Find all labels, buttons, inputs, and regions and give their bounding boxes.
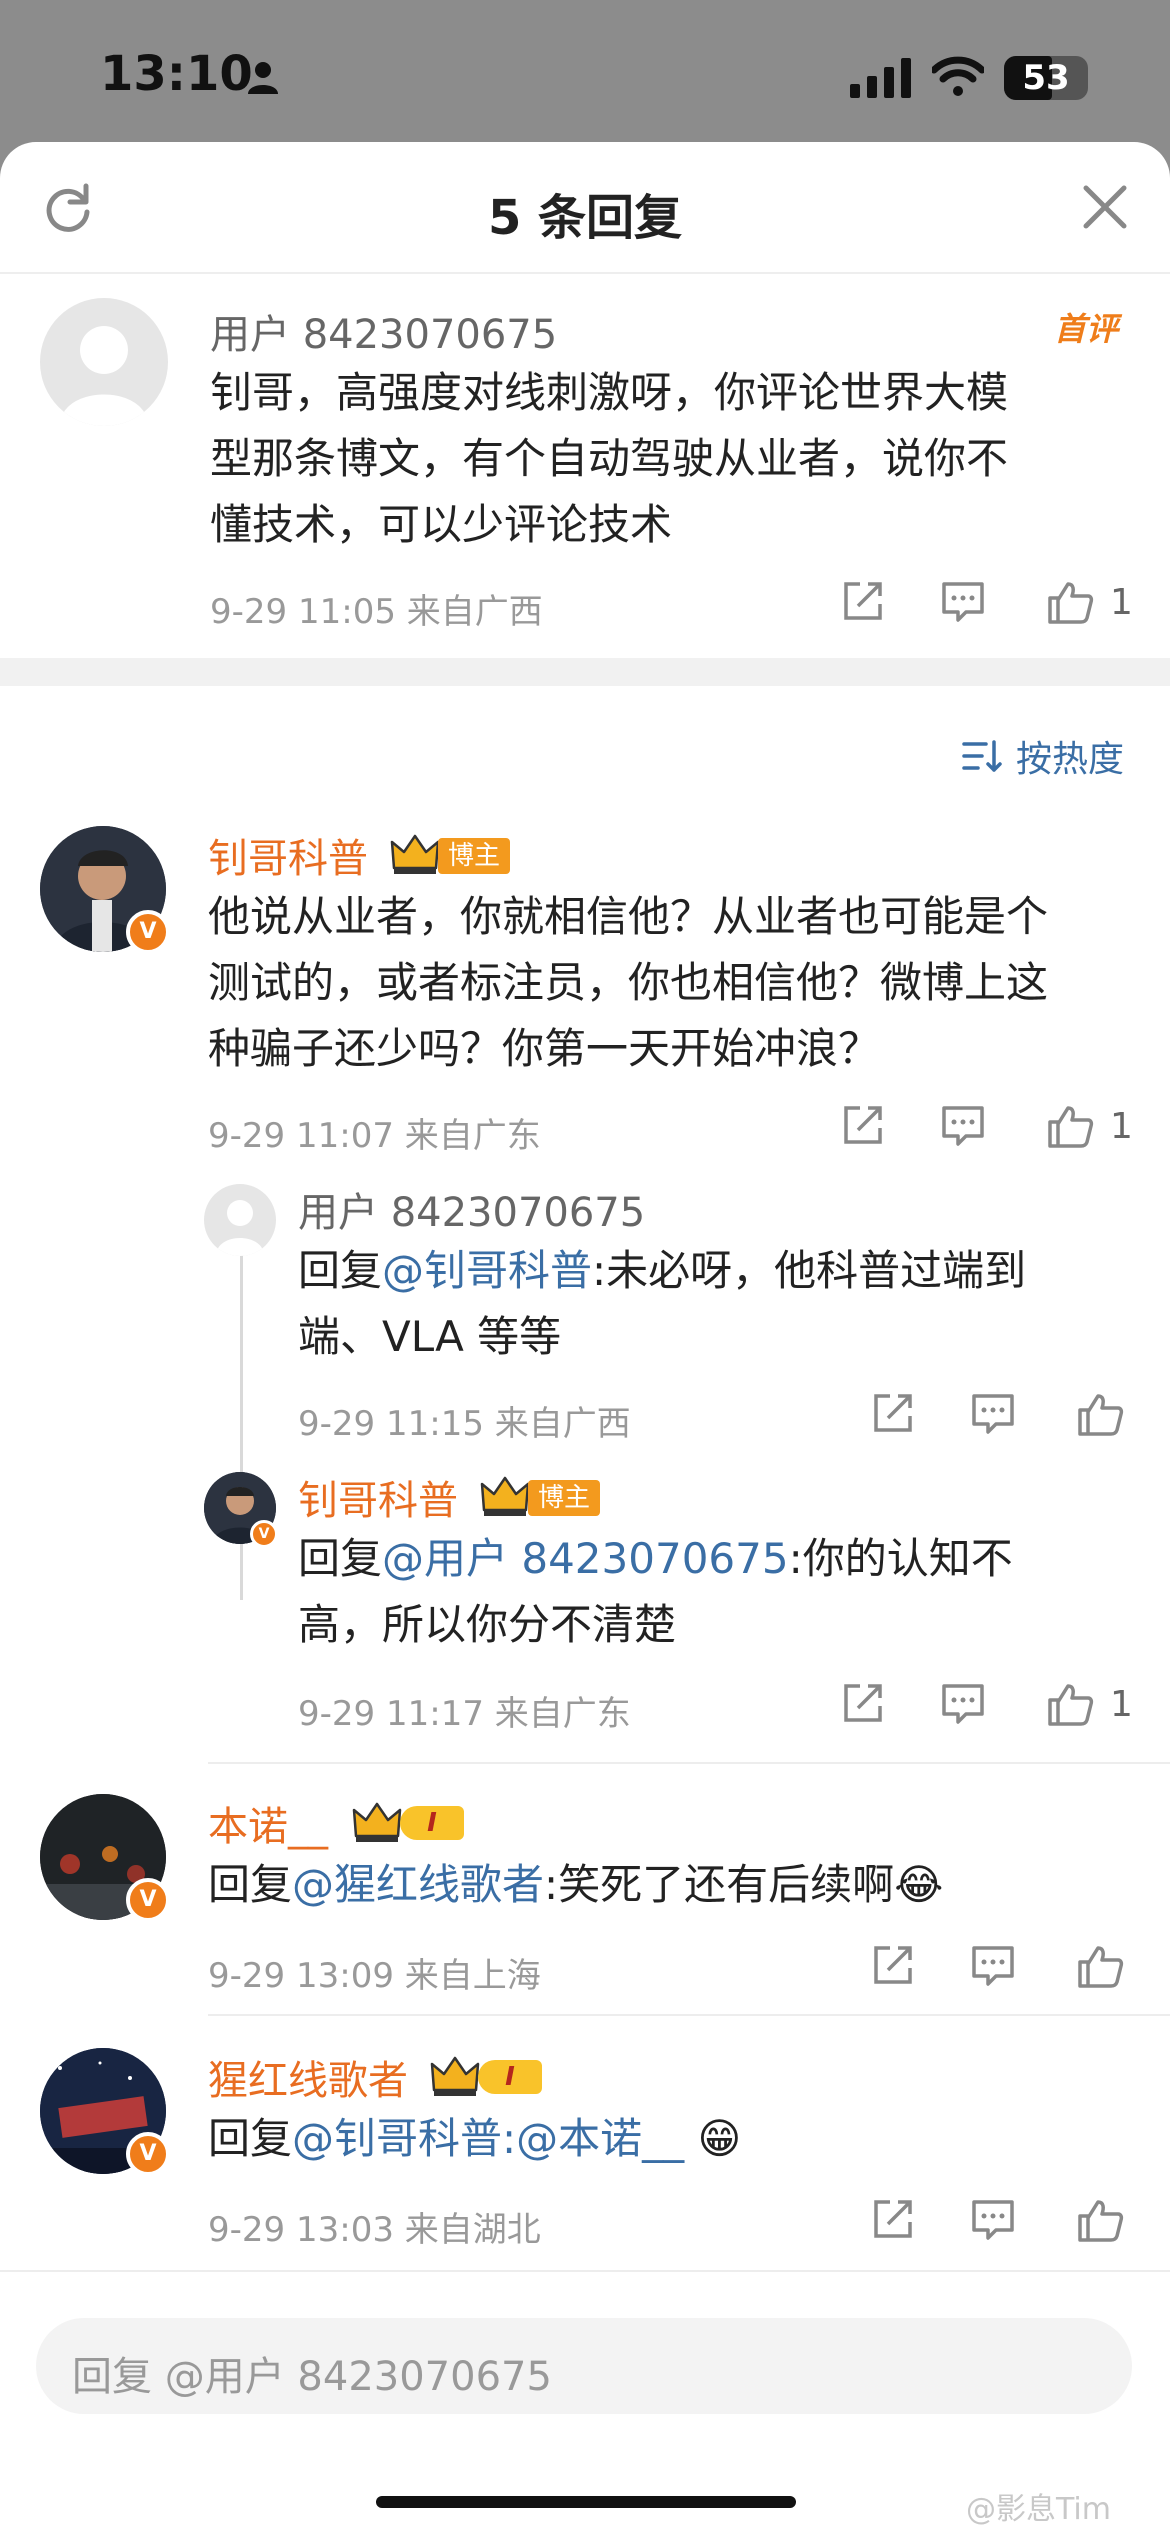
watermark: @影息Tim [966, 2492, 1111, 2527]
reply-text: 他说从业者，你就相信他？从业者也可能是个 测试的，或者标注员，你也相信他？微博上… [208, 892, 1049, 1073]
signal-icon [850, 58, 911, 98]
verified-badge: V [250, 1520, 278, 1548]
home-indicator[interactable] [376, 2496, 796, 2508]
default-avatar-icon [216, 1200, 264, 1256]
comment-icon[interactable] [940, 578, 986, 624]
like-icon[interactable] [1076, 1390, 1124, 1438]
mention-link[interactable]: @用户 8423070675 [382, 1534, 789, 1583]
status-time: 13:10 [100, 46, 253, 102]
divider [0, 2270, 1170, 2272]
like-count: 1 [1110, 1106, 1133, 1147]
first-comment-badge: 首评 [1054, 310, 1119, 348]
like-count: 1 [1110, 582, 1133, 623]
close-icon[interactable] [1080, 182, 1130, 232]
reply-text: 回复@猩红线歌者:笑死了还有后续啊😂 [208, 1860, 944, 1909]
like-icon[interactable] [1046, 1680, 1094, 1728]
share-icon[interactable] [870, 2196, 916, 2242]
reply-meta: 9-29 11:17 来自广东 [298, 1694, 631, 1734]
page-title: 5 条回复 [487, 190, 683, 246]
reply-meta: 9-29 13:03 来自湖北 [208, 2210, 541, 2250]
level-badge: I [478, 2060, 542, 2094]
crown-icon [480, 1476, 530, 1516]
comment-icon[interactable] [970, 2196, 1016, 2242]
battery-level: 53 [1022, 58, 1070, 98]
reply-text: 回复@钊哥科普:未必呀，他科普过端到 端、VLA 等等 [298, 1246, 1027, 1361]
reply-actions [866, 1390, 1126, 1446]
share-icon[interactable] [870, 1390, 916, 1436]
crown-icon [390, 834, 440, 874]
divider [208, 2014, 1170, 2016]
verified-badge: V [126, 2132, 170, 2176]
like-icon[interactable] [1046, 578, 1094, 626]
comment-icon[interactable] [970, 1942, 1016, 1988]
divider [208, 1762, 1170, 1764]
reply-username[interactable]: 钊哥科普 [208, 826, 368, 884]
comment-username[interactable]: 用户 8423070675 [210, 302, 557, 360]
reply-actions: 1 [836, 1680, 1136, 1736]
share-icon[interactable] [840, 578, 886, 624]
laughing-emoji: 😂 [894, 1860, 944, 1909]
blogger-badge: 博主 [438, 838, 511, 874]
reply-actions [866, 1942, 1126, 1998]
crown-icon [352, 1802, 402, 1842]
reply-input-placeholder: 回复 @用户 8423070675 [72, 2354, 552, 2400]
like-icon[interactable] [1046, 1102, 1094, 1150]
verified-badge: V [126, 1878, 170, 1922]
comment-icon[interactable] [970, 1390, 1016, 1436]
reply-username[interactable]: 用户 8423070675 [298, 1180, 645, 1238]
reply-username[interactable]: 本诺__ [208, 1794, 328, 1852]
comment-actions: 1 [836, 578, 1136, 634]
sort-icon[interactable] [962, 736, 1002, 776]
comment-meta: 9-29 11:05 来自广西 [210, 592, 543, 632]
like-icon[interactable] [1076, 1942, 1124, 1990]
mention-link[interactable]: @猩红线歌者 [292, 1860, 544, 1909]
sort-by-hot[interactable]: 按热度 [1016, 730, 1124, 782]
default-avatar-icon [60, 326, 148, 426]
battery-indicator: 53 [1004, 56, 1088, 100]
status-bar: 13:10 53 [0, 0, 1170, 150]
blogger-badge: 博主 [528, 1480, 601, 1516]
wifi-icon [932, 56, 984, 96]
reply-username[interactable]: 钊哥科普 [298, 1468, 458, 1526]
share-icon[interactable] [840, 1680, 886, 1726]
reply-meta: 9-29 11:15 来自广西 [298, 1404, 631, 1444]
like-icon[interactable] [1076, 2196, 1124, 2244]
replies-sheet: 5 条回复 用户 8423070675 首评 钊哥，高强度对线刺激呀，你评论世界… [0, 142, 1170, 2532]
comment-icon[interactable] [940, 1680, 986, 1726]
verified-badge: V [126, 910, 170, 954]
sheet-header: 5 条回复 [0, 142, 1170, 274]
like-count: 1 [1110, 1684, 1133, 1725]
reply-input[interactable]: 回复 @用户 8423070675 [36, 2318, 1132, 2414]
comment-text: 钊哥，高强度对线刺激呀，你评论世界大模 型那条博文，有个自动驾驶从业者，说你不 … [210, 368, 1009, 549]
comment-icon[interactable] [940, 1102, 986, 1148]
share-icon[interactable] [840, 1102, 886, 1148]
share-icon[interactable] [870, 1942, 916, 1988]
reply-actions: 1 [836, 1102, 1136, 1158]
mention-link[interactable]: @钊哥科普 [292, 2114, 502, 2163]
avatar[interactable] [204, 1184, 276, 1256]
mention-link[interactable]: @钊哥科普 [382, 1246, 592, 1295]
avatar[interactable] [40, 298, 168, 426]
level-badge: I [400, 1806, 464, 1840]
grinning-emoji: 😁 [697, 2114, 742, 2163]
reply-username[interactable]: 猩红线歌者 [208, 2048, 408, 2106]
reply-actions [866, 2196, 1126, 2252]
thread-line [240, 1252, 243, 1600]
crown-icon [430, 2056, 480, 2096]
reply-meta: 9-29 11:07 来自广东 [208, 1116, 541, 1156]
reply-meta: 9-29 13:09 来自上海 [208, 1956, 541, 1996]
section-separator [0, 658, 1170, 686]
person-icon [248, 62, 278, 94]
reply-text: 回复@钊哥科普:@本诺__ 😁 [208, 2114, 742, 2163]
reply-text: 回复@用户 8423070675:你的认知不 高，所以你分不清楚 [298, 1534, 1013, 1649]
